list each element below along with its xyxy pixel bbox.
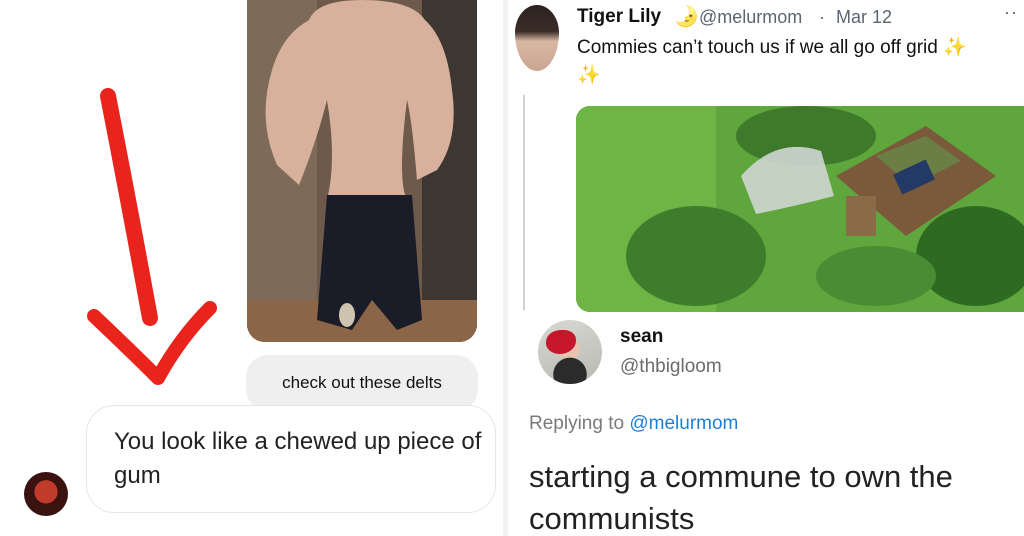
more-options-icon[interactable]: ·· <box>1004 2 1018 23</box>
tweet-author-handle[interactable]: @melurmom <box>699 7 802 28</box>
replying-to-link[interactable]: @melurmom <box>629 413 738 434</box>
tweet-author-avatar[interactable] <box>515 5 559 71</box>
sparkles-icon: ✨ <box>577 65 601 86</box>
right-tweet-panel: Tiger Lily 🌛 @melurmom · Mar 12 ·· Commi… <box>508 0 1024 536</box>
reply-text: starting a commune to own the communists <box>529 459 953 536</box>
moon-emoji-icon: 🌛 <box>674 6 699 28</box>
sparkles-icon: ✨ <box>943 37 967 58</box>
user-avatar[interactable] <box>24 472 68 516</box>
sent-message-bubble: check out these delts <box>246 355 478 411</box>
tweet-date[interactable]: Mar 12 <box>836 7 892 28</box>
separator-dot: · <box>819 7 825 27</box>
red-arrow-icon <box>87 88 217 385</box>
received-message-bubble: You look like a chewed up piece of gum <box>86 405 496 513</box>
shirtless-mirror-photo[interactable] <box>247 0 477 342</box>
tweet-text: Commies can’t touch us if we all go off … <box>577 34 1017 90</box>
replying-label: Replying to <box>529 413 625 434</box>
aerial-homestead-photo[interactable] <box>576 106 1024 312</box>
left-chat-panel: check out these delts You look like a ch… <box>0 0 505 536</box>
thread-line <box>523 95 525 310</box>
reply-author-avatar[interactable] <box>538 320 602 384</box>
tweet-author-name[interactable]: Tiger Lily <box>577 6 661 28</box>
reply-author-handle[interactable]: @thbigloom <box>620 356 722 378</box>
reply-author-name[interactable]: sean <box>620 326 663 348</box>
replying-to-line: Replying to @melurmom <box>529 413 738 435</box>
tweet-text-body: Commies can’t touch us if we all go off … <box>577 37 938 58</box>
